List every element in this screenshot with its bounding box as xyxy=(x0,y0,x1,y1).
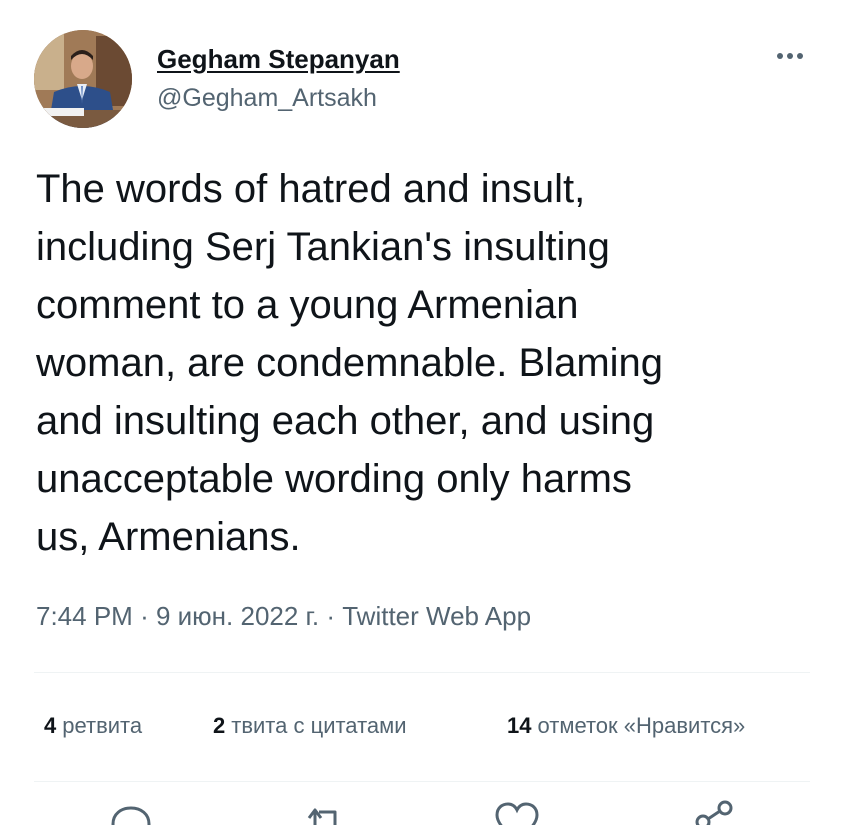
meta-separator: · xyxy=(140,601,149,631)
avatar[interactable] xyxy=(34,30,132,128)
tweet-source[interactable]: Twitter Web App xyxy=(342,601,531,631)
more-dots-icon xyxy=(777,53,803,59)
tweet-time[interactable]: 7:44 PM xyxy=(36,601,133,631)
divider xyxy=(34,672,810,673)
like-button[interactable] xyxy=(493,798,541,825)
share-icon xyxy=(695,800,733,825)
likes-stat[interactable]: 14 отметок «Нравится» xyxy=(507,713,745,739)
profile-photo-icon xyxy=(34,30,132,128)
likes-count: 14 xyxy=(507,713,532,738)
tweet-date[interactable]: 9 июн. 2022 г. xyxy=(156,601,319,631)
heart-icon xyxy=(495,802,539,825)
meta-separator: · xyxy=(326,601,335,631)
retweets-label: ретвита xyxy=(62,713,143,738)
author-handle[interactable]: @Gegham_Artsakh xyxy=(157,84,377,113)
retweets-count: 4 xyxy=(44,713,57,738)
tweet-text: The words of hatred and insult, includin… xyxy=(36,167,664,559)
quotes-count: 2 xyxy=(213,713,226,738)
reply-icon xyxy=(111,806,151,825)
share-button[interactable] xyxy=(691,798,739,825)
more-options-button[interactable] xyxy=(772,42,808,70)
quotes-stat[interactable]: 2 твита с цитатами xyxy=(213,713,407,739)
retweet-button[interactable] xyxy=(301,798,349,825)
tweet-card: Gegham Stepanyan @Gegham_Artsakh The wor… xyxy=(0,0,843,825)
tweet-meta: 7:44 PM · 9 июн. 2022 г. · Twitter Web A… xyxy=(36,601,531,632)
retweet-icon xyxy=(307,808,337,825)
quotes-label: твита с цитатами xyxy=(231,713,407,738)
divider xyxy=(34,781,810,782)
author-display-name[interactable]: Gegham Stepanyan xyxy=(157,44,400,75)
likes-label: отметок «Нравится» xyxy=(537,713,746,738)
reply-button[interactable] xyxy=(107,798,155,825)
retweets-stat[interactable]: 4 ретвита xyxy=(44,713,142,739)
